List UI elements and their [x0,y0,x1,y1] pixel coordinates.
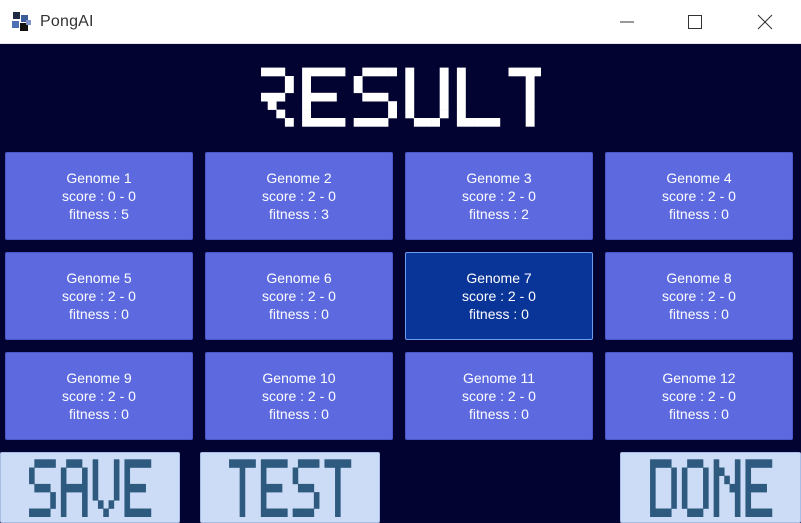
done-button-label [649,458,772,517]
genome-score: score : 2 - 0 [262,288,336,304]
close-icon [757,14,773,30]
genome-fitness: fitness : 0 [469,306,529,322]
genome-card[interactable]: Genome 2 score : 2 - 0 fitness : 3 [205,152,393,240]
result-title [0,64,801,130]
genome-score: score : 2 - 0 [662,288,736,304]
pong-app-icon [12,12,31,31]
genome-name: Genome 6 [266,270,332,286]
done-button[interactable] [620,452,801,523]
genome-name: Genome 9 [66,370,132,386]
genome-name: Genome 4 [666,170,732,186]
maximize-button[interactable] [660,0,730,44]
genome-card[interactable]: Genome 6 score : 2 - 0 fitness : 0 [205,252,393,340]
genome-name: Genome 5 [66,270,132,286]
window-title-bar[interactable]: PongAI [0,0,801,44]
genome-card[interactable]: Genome 11 score : 2 - 0 fitness : 0 [405,352,593,440]
genome-score: score : 0 - 0 [62,188,136,204]
genome-fitness: fitness : 5 [69,206,129,222]
window-title: PongAI [40,13,94,30]
genome-card[interactable]: Genome 8 score : 2 - 0 fitness : 0 [605,252,793,340]
genome-score: score : 2 - 0 [62,288,136,304]
save-button-label [29,458,152,517]
genome-name: Genome 1 [66,170,132,186]
genome-card[interactable]: Genome 5 score : 2 - 0 fitness : 0 [5,252,193,340]
minimize-icon [620,21,634,23]
genome-name: Genome 8 [666,270,732,286]
genome-fitness: fitness : 0 [269,306,329,322]
genome-card[interactable]: Genome 10 score : 2 - 0 fitness : 0 [205,352,393,440]
genome-card[interactable]: Genome 3 score : 2 - 0 fitness : 2 [405,152,593,240]
test-button[interactable] [200,452,380,523]
genome-name: Genome 2 [266,170,332,186]
genome-score: score : 2 - 0 [62,388,136,404]
genome-fitness: fitness : 0 [269,406,329,422]
genome-fitness: fitness : 0 [469,406,529,422]
genome-card[interactable]: Genome 9 score : 2 - 0 fitness : 0 [5,352,193,440]
maximize-icon [688,15,702,29]
genome-score: score : 2 - 0 [462,388,536,404]
genome-card[interactable]: Genome 4 score : 2 - 0 fitness : 0 [605,152,793,240]
game-canvas: Genome 1 score : 0 - 0 fitness : 5 Genome 2… [0,44,801,523]
genome-name: Genome 10 [262,370,336,386]
genome-name: Genome 3 [466,170,532,186]
save-button[interactable] [0,452,180,523]
genome-name: Genome 7 [466,270,532,286]
genome-score: score : 2 - 0 [462,188,536,204]
genome-score: score : 2 - 0 [662,188,736,204]
genome-card[interactable]: Genome 1 score : 0 - 0 fitness : 5 [5,152,193,240]
genome-fitness: fitness : 0 [69,306,129,322]
genome-fitness: fitness : 0 [669,306,729,322]
genome-fitness: fitness : 2 [469,206,529,222]
genome-fitness: fitness : 0 [669,406,729,422]
genome-fitness: fitness : 0 [69,406,129,422]
genome-name: Genome 11 [462,370,536,386]
genome-fitness: fitness : 3 [269,206,329,222]
genome-card[interactable]: Genome 12 score : 2 - 0 fitness : 0 [605,352,793,440]
genome-fitness: fitness : 0 [669,206,729,222]
genome-score: score : 2 - 0 [262,188,336,204]
close-button[interactable] [730,0,800,44]
genome-card[interactable]: Genome 7 score : 2 - 0 fitness : 0 [405,252,593,340]
result-title-text [260,67,541,127]
genome-score: score : 2 - 0 [262,388,336,404]
genome-score: score : 2 - 0 [662,388,736,404]
genome-score: score : 2 - 0 [462,288,536,304]
minimize-button[interactable] [592,0,662,44]
genome-name: Genome 12 [662,370,736,386]
test-button-label [229,458,352,517]
